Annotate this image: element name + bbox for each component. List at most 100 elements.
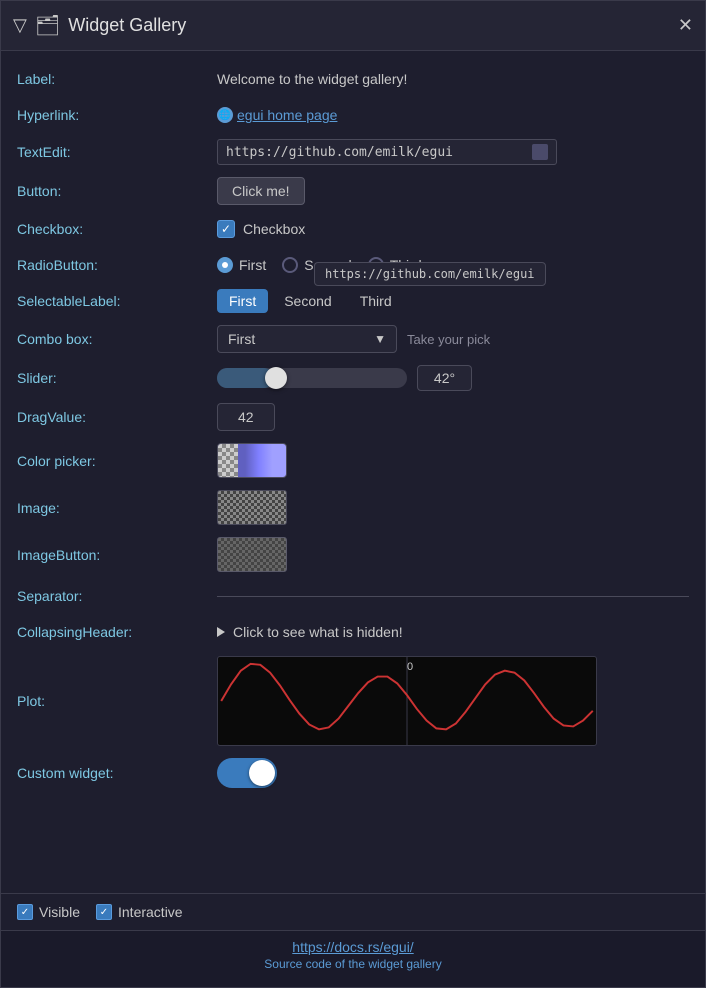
hyperlink-globe-icon: 🌐 [217,107,233,123]
color-picker-widget[interactable] [217,443,287,478]
visible-check[interactable]: ✓ Visible [17,904,80,920]
label-text: Welcome to the widget gallery! [217,71,407,87]
menu-icon[interactable]: ▽ [13,15,27,36]
imagebutton-value-col [217,537,689,572]
hyperlink-row: Hyperlink: 🌐 egui home page https://gith… [17,97,689,133]
plot-row-label: Plot: [17,693,217,709]
separator-line [217,596,689,597]
radio-item-first[interactable]: First [217,257,266,273]
checkbox-row-label: Checkbox: [17,221,217,237]
footer-links: https://docs.rs/egui/ Source code of the… [1,930,705,987]
dragvalue-row-label: DragValue: [17,409,217,425]
checkbox-box: ✓ [217,220,235,238]
window-icon: 🗂 [35,13,60,38]
drag-value-widget[interactable]: 42 [217,403,275,431]
radio-circle-first [217,257,233,273]
interactive-checkbox-box: ✓ [96,904,112,920]
dragvalue-value-col: 42 [217,403,689,431]
selectable-row-label: SelectableLabel: [17,293,217,309]
visible-label: Visible [39,904,80,920]
colorpicker-row-label: Color picker: [17,453,217,469]
color-checker-bg [218,444,238,477]
collapsing-header[interactable]: Click to see what is hidden! [217,624,403,640]
colorpicker-value-col [217,443,689,478]
image-row-label: Image: [17,500,217,516]
image-button-widget[interactable] [217,537,287,572]
textedit-input[interactable] [226,145,524,160]
source-text: Source code of the widget gallery [264,957,441,971]
plot-value-col: 0 [217,656,689,746]
interactive-check[interactable]: ✓ Interactive [96,904,183,920]
window-title: Widget Gallery [68,15,186,36]
slider-row: Slider: 42° [17,359,689,397]
selectable-third[interactable]: Third [348,289,404,313]
radio-label-first: First [239,257,266,273]
label-row-label: Label: [17,71,217,87]
slider-thumb[interactable] [265,367,287,389]
collapsing-value-col: Click to see what is hidden! [217,624,689,640]
combo-selected-value: First [228,331,255,347]
selectable-row: SelectableLabel: First Second Third [17,283,689,319]
combobox-row: Combo box: First ▼ Take your pick [17,319,689,359]
selectable-second[interactable]: Second [272,289,343,313]
hyperlink-label: Hyperlink: [17,107,217,123]
hyperlink-value-col: 🌐 egui home page https://github.com/emil… [217,107,689,123]
button-row: Button: Click me! [17,171,689,211]
combo-container: First ▼ Take your pick [217,325,490,353]
image-row: Image: [17,484,689,531]
selectable-group: First Second Third [217,289,404,313]
separator-row: Separator: [17,578,689,614]
image-value-col [217,490,689,525]
button-value-col: Click me! [217,177,689,205]
image-widget [217,490,287,525]
custom-widget-value-col [217,758,689,788]
slider-track[interactable] [217,368,407,388]
collapsing-row: CollapsingHeader: Click to see what is h… [17,614,689,650]
checkbox-value-col: ✓ Checkbox [217,220,689,238]
hyperlink-link[interactable]: 🌐 egui home page [217,107,337,123]
collapsing-text: Click to see what is hidden! [233,624,403,640]
footer-checks: ✓ Visible ✓ Interactive [1,893,705,930]
checkbox-control[interactable]: ✓ Checkbox [217,220,305,238]
checkbox-text: Checkbox [243,221,305,237]
combobox-row-label: Combo box: [17,331,217,347]
combo-arrow-icon: ▼ [374,332,386,346]
main-window: ▽ 🗂 Widget Gallery ✕ Label: Welcome to t… [0,0,706,988]
tooltip-url: https://github.com/emilk/egui [325,267,535,281]
plot-row: Plot: 0 [17,650,689,752]
selectable-value-col: First Second Third [217,289,689,313]
combo-select[interactable]: First ▼ [217,325,397,353]
collapsing-row-label: CollapsingHeader: [17,624,217,640]
toggle-thumb [249,760,275,786]
slider-value-col: 42° [217,365,689,391]
imagebutton-row: ImageButton: [17,531,689,578]
collapse-arrow-icon [217,627,225,637]
custom-widget-row: Custom widget: [17,752,689,794]
toggle-widget[interactable] [217,758,277,788]
label-row: Label: Welcome to the widget gallery! [17,61,689,97]
dragvalue-row: DragValue: 42 [17,397,689,437]
colorpicker-row: Color picker: [17,437,689,484]
radio-circle-second [282,257,298,273]
textedit-value-col [217,139,689,165]
slider-row-label: Slider: [17,370,217,386]
textedit-copy-icon [532,144,548,160]
slider-value-display: 42° [417,365,472,391]
selectable-first[interactable]: First [217,289,268,313]
plot-widget[interactable]: 0 [217,656,597,746]
textedit-row: TextEdit: [17,133,689,171]
titlebar: ▽ 🗂 Widget Gallery ✕ [1,1,705,51]
visible-checkbox-box: ✓ [17,904,33,920]
docs-link[interactable]: https://docs.rs/egui/ [292,939,413,955]
hyperlink-text: egui home page [237,107,337,123]
radiobutton-row-label: RadioButton: [17,257,217,273]
button-row-label: Button: [17,183,217,199]
content-area: Label: Welcome to the widget gallery! Hy… [1,51,705,893]
separator-row-label: Separator: [17,588,217,604]
click-me-button[interactable]: Click me! [217,177,305,205]
close-button[interactable]: ✕ [678,15,693,36]
titlebar-left: ▽ 🗂 Widget Gallery [13,13,186,38]
slider-container: 42° [217,365,472,391]
textedit-container [217,139,557,165]
hyperlink-tooltip: https://github.com/emilk/egui [314,262,546,286]
